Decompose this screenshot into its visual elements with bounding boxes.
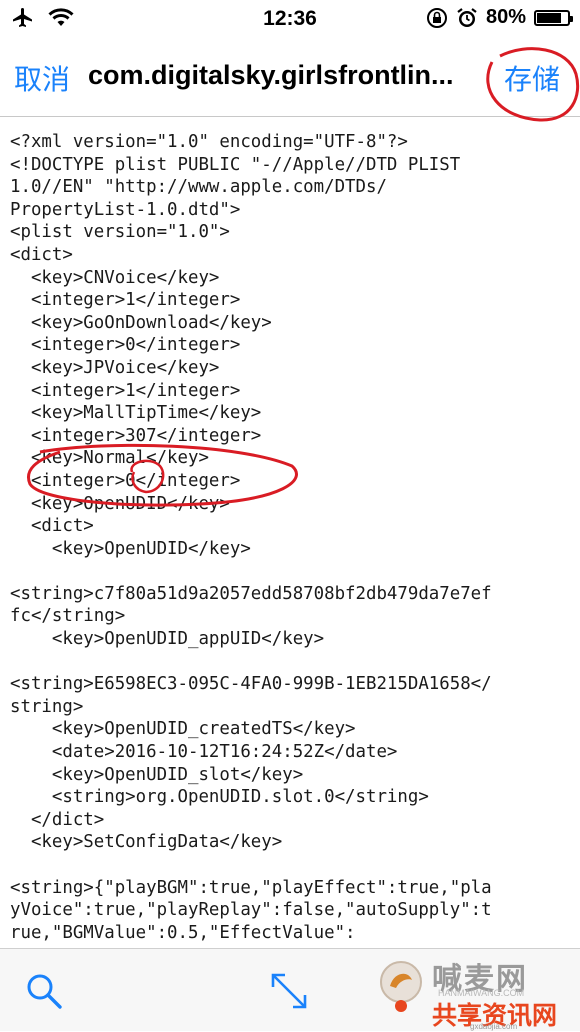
battery-fill [537, 12, 561, 23]
navigation-bar: 取消 com.digitalsky.girlsfrontlin... 存储 [0, 40, 580, 117]
battery-icon [534, 9, 573, 26]
status-bar: 12:36 80% [0, 0, 580, 38]
status-right: 80% [426, 6, 573, 29]
expand-icon [271, 973, 307, 1009]
cancel-button[interactable]: 取消 [14, 58, 70, 98]
orientation-lock-icon [426, 7, 447, 28]
file-title: com.digitalsky.girlsfrontlin... [88, 60, 454, 90]
plist-text-editor[interactable]: <?xml version="1.0" encoding="UTF-8"?> <… [10, 131, 570, 944]
battery-percent: 80% [485, 6, 526, 28]
watermark: 喊麦网 HANMAIWANG.COM 共享资讯网 gxdaojia.com [370, 948, 580, 1031]
save-button[interactable]: 存储 [504, 58, 560, 98]
watermark-logo-icon [380, 961, 422, 1012]
search-icon [27, 974, 62, 1009]
search-button[interactable] [20, 967, 68, 1015]
alarm-icon [457, 7, 477, 27]
expand-button[interactable] [265, 967, 313, 1015]
